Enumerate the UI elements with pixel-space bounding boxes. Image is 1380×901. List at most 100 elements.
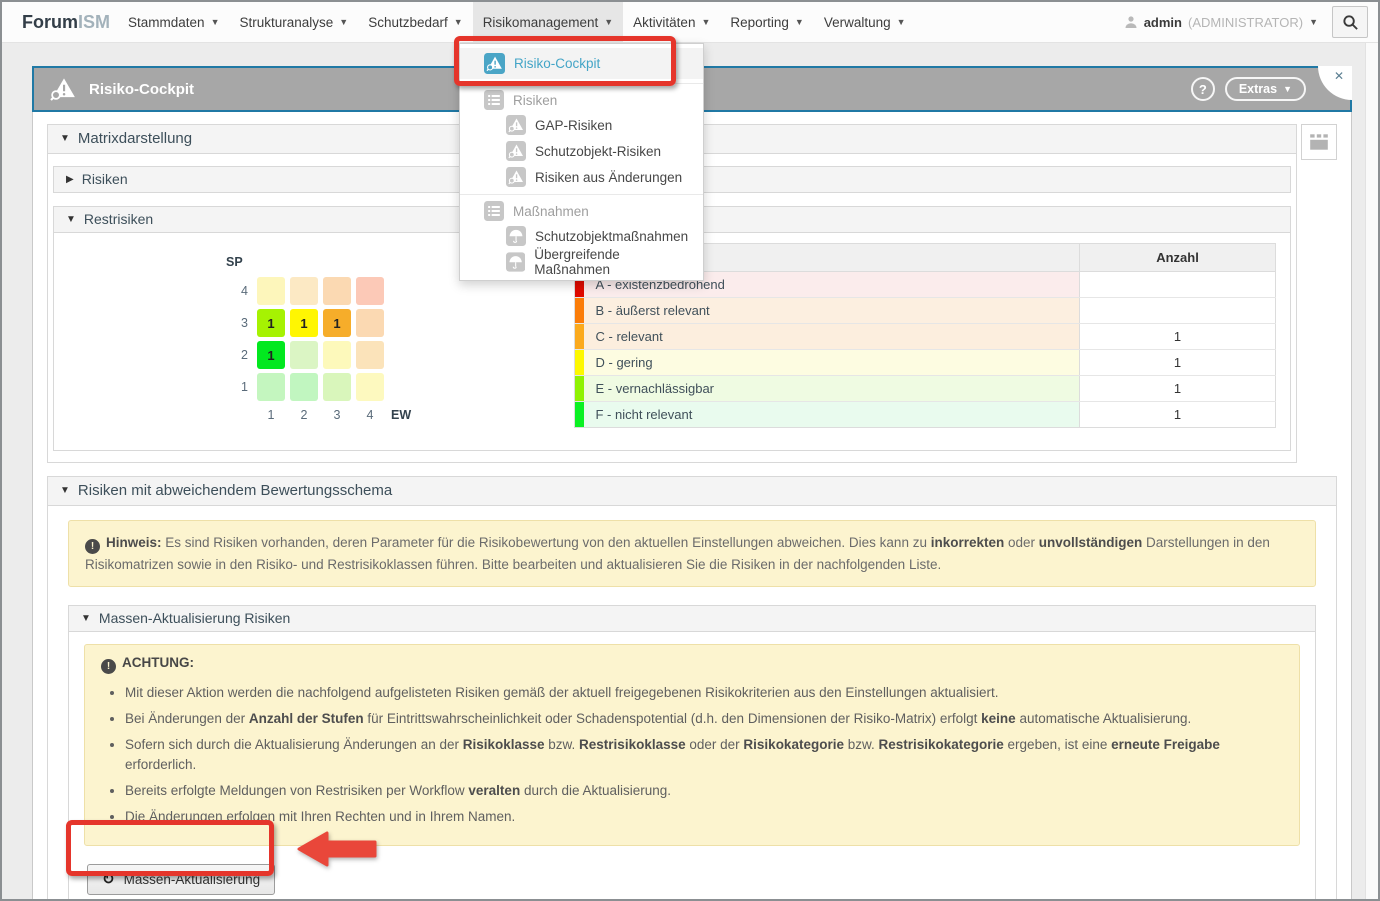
nav-item-schutzbedarf[interactable]: Schutzbedarf▼ xyxy=(358,2,472,42)
count-column-header: Anzahl xyxy=(1080,244,1276,272)
nav-item-aktivitaeten[interactable]: Aktivitäten▼ xyxy=(623,2,720,42)
chevron-down-icon: ▼ xyxy=(795,18,804,27)
menu-item-schutzobjektmassnahmen[interactable]: Schutzobjektmaßnahmen xyxy=(460,223,703,249)
achtung-box: !ACHTUNG: Mit dieser Aktion werden die n… xyxy=(84,644,1300,846)
search-icon xyxy=(1342,14,1359,31)
search-button[interactable] xyxy=(1332,6,1368,38)
matrix-row: 2 1 xyxy=(226,341,411,369)
list-icon xyxy=(484,201,504,221)
matrix-cell: 1 xyxy=(323,309,351,337)
matrix-cell xyxy=(356,341,384,369)
risk-cockpit-icon xyxy=(48,74,78,104)
brand-secondary: ISM xyxy=(78,12,110,33)
matrix-cell xyxy=(290,341,318,369)
nav-item-reporting[interactable]: Reporting▼ xyxy=(720,2,813,42)
brand-primary: Forum xyxy=(22,12,78,33)
matrix-cell xyxy=(356,373,384,401)
achtung-bullet: Die Änderungen erfolgen mit Ihren Rechte… xyxy=(125,807,1283,827)
matrix-row: 1 xyxy=(226,373,411,401)
matrix-x-axis: 1 2 3 4 EW xyxy=(226,408,411,422)
user-menu[interactable]: admin (ADMINISTRATOR) ▼ xyxy=(1124,15,1318,30)
abweichend-header[interactable]: ▼ Risiken mit abweichendem Bewertungssch… xyxy=(48,477,1336,506)
refresh-icon: ↻ xyxy=(102,872,115,887)
chevron-down-icon: ▼ xyxy=(701,18,710,27)
table-row: C - relevant 1 xyxy=(575,324,1276,350)
matrix-cell: 1 xyxy=(290,309,318,337)
table-row: B - äußerst relevant xyxy=(575,298,1276,324)
chevron-down-icon: ▼ xyxy=(211,18,220,27)
nav-item-risikomanagement[interactable]: Risikomanagement▼ xyxy=(473,2,623,42)
brand-logo[interactable]: ForumISM xyxy=(2,2,118,42)
table-grid-icon xyxy=(1308,131,1330,153)
menu-item-risiken-aus-aenderungen[interactable]: Risiken aus Änderungen xyxy=(460,164,703,190)
achtung-bullet: Bei Änderungen der Anzahl der Stufen für… xyxy=(125,709,1283,729)
extras-button[interactable]: Extras▼ xyxy=(1225,77,1306,101)
risikomanagement-dropdown: Risiko-Cockpit Risiken GAP-Risiken xyxy=(459,43,704,281)
matrix-row: 3 1 1 1 xyxy=(226,309,411,337)
table-view-button[interactable] xyxy=(1301,124,1337,160)
matrix-cell xyxy=(290,373,318,401)
restrisiko-matrix: SP 4 3 xyxy=(226,255,411,428)
chevron-down-icon: ▼ xyxy=(897,18,906,27)
matrix-cell xyxy=(356,277,384,305)
page-title: Risiko-Cockpit xyxy=(89,81,194,98)
menu-item-uebergreifende-massnahmen[interactable]: Übergreifende Maßnahmen xyxy=(460,249,703,275)
matrix-cell xyxy=(323,373,351,401)
matrix-cell xyxy=(257,373,285,401)
menu-section-massnahmen: Maßnahmen xyxy=(460,199,703,223)
umbrella-icon xyxy=(506,226,526,246)
hinweis-box: !Hinweis: Es sind Risiken vorhanden, der… xyxy=(68,520,1316,587)
caret-down-icon: ▼ xyxy=(66,214,76,225)
matrix-cell xyxy=(257,277,285,305)
table-row: E - vernachlässigbar 1 xyxy=(575,376,1276,402)
achtung-bullet: Sofern sich durch die Aktualisierung Änd… xyxy=(125,735,1283,775)
menu-section-risiken: Risiken xyxy=(460,88,703,112)
nav-item-verwaltung[interactable]: Verwaltung▼ xyxy=(814,2,916,42)
app-window: ForumISM Stammdaten▼ Strukturanalyse▼ Sc… xyxy=(0,0,1380,901)
chevron-down-icon: ▼ xyxy=(454,18,463,27)
user-name: admin xyxy=(1144,15,1182,30)
user-icon xyxy=(1124,15,1138,29)
risk-icon xyxy=(506,141,526,161)
list-icon xyxy=(484,90,504,110)
close-icon: ✕ xyxy=(1334,69,1344,83)
caret-down-icon: ▼ xyxy=(60,485,70,496)
exclamation-circle-icon: ! xyxy=(85,539,100,554)
caret-right-icon: ▶ xyxy=(66,174,74,185)
table-row: F - nicht relevant 1 xyxy=(575,402,1276,428)
nav-item-strukturanalyse[interactable]: Strukturanalyse▼ xyxy=(229,2,358,42)
achtung-title: !ACHTUNG: xyxy=(101,655,1283,674)
chevron-down-icon: ▼ xyxy=(604,18,613,27)
matrix-cell xyxy=(356,309,384,337)
top-navigation: ForumISM Stammdaten▼ Strukturanalyse▼ Sc… xyxy=(2,2,1378,43)
help-button[interactable]: ? xyxy=(1191,77,1215,101)
table-row: D - gering 1 xyxy=(575,350,1276,376)
close-button[interactable]: ✕ xyxy=(1316,66,1352,102)
achtung-bullet: Bereits erfolgte Meldungen von Restrisik… xyxy=(125,781,1283,801)
scrollbar-track[interactable] xyxy=(1365,43,1378,899)
massen-header[interactable]: ▼ Massen-Aktualisierung Risiken xyxy=(69,606,1315,632)
chevron-down-icon: ▼ xyxy=(1283,85,1292,94)
matrix-x-axis-label: EW xyxy=(391,408,411,422)
risk-icon xyxy=(506,167,526,187)
matrix-cell xyxy=(290,277,318,305)
menu-item-risiko-cockpit[interactable]: Risiko-Cockpit xyxy=(460,48,703,79)
caret-down-icon: ▼ xyxy=(81,613,91,624)
matrix-row: 4 xyxy=(226,277,411,305)
matrix-cell: 1 xyxy=(257,309,285,337)
nav-item-stammdaten[interactable]: Stammdaten▼ xyxy=(118,2,229,42)
massen-panel: ▼ Massen-Aktualisierung Risiken !ACHTUNG… xyxy=(68,605,1316,901)
matrix-y-axis-label: SP xyxy=(226,255,411,269)
class-color-bar xyxy=(575,402,584,428)
menu-divider xyxy=(460,194,703,195)
class-color-bar xyxy=(575,324,584,350)
menu-item-gap-risiken[interactable]: GAP-Risiken xyxy=(460,112,703,138)
massen-aktualisierung-button[interactable]: ↻ Massen-Aktualisierung xyxy=(87,864,275,895)
menu-item-schutzobjekt-risiken[interactable]: Schutzobjekt-Risiken xyxy=(460,138,703,164)
risk-cockpit-icon xyxy=(484,53,505,74)
matrix-cell xyxy=(323,277,351,305)
user-role: (ADMINISTRATOR) xyxy=(1188,15,1303,30)
umbrella-icon xyxy=(506,252,525,272)
achtung-bullet: Mit dieser Aktion werden die nachfolgend… xyxy=(125,683,1283,703)
chevron-down-icon: ▼ xyxy=(1309,18,1318,27)
